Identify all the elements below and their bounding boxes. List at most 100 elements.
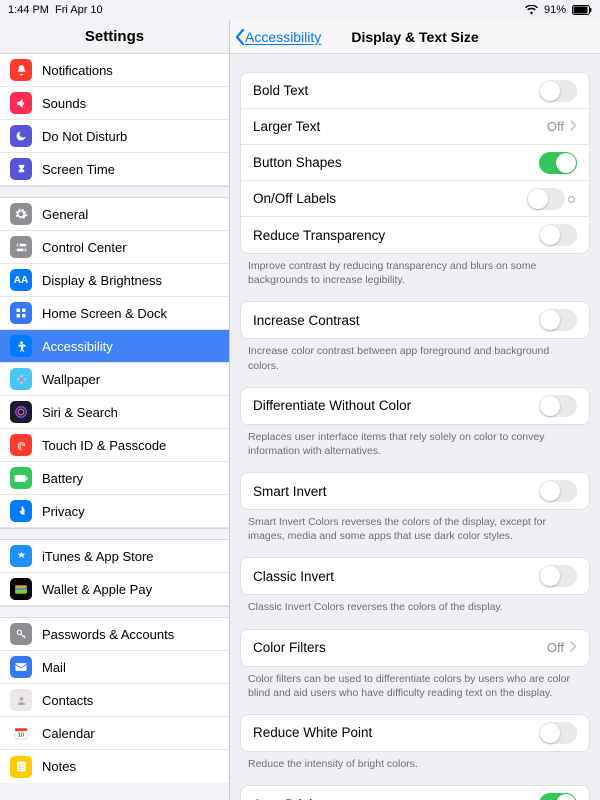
sidebar-item-do-not-disturb[interactable]: Do Not Disturb [0,120,229,153]
row-color-filters[interactable]: Color FiltersOff [241,630,589,666]
sidebar-item-accessibility[interactable]: Accessibility [0,330,229,363]
moon-icon [10,125,32,147]
toggle-reduce-transparency[interactable] [539,224,577,246]
back-button[interactable]: Accessibility [230,28,321,46]
sidebar-item-label: Mail [42,660,66,675]
sidebar-item-label: Notifications [42,63,113,78]
row-smart-invert[interactable]: Smart Invert [241,473,589,509]
settings-section: Reduce White Point [240,714,590,752]
battery-percent: 91% [544,4,566,16]
section-footer: Reduce the intensity of bright colors. [230,752,600,771]
sidebar-item-label: Control Center [42,240,127,255]
notes-icon [10,756,32,778]
sidebar-item-label: General [42,207,88,222]
figure-icon [10,335,32,357]
section-footer: Improve contrast by reducing transparenc… [230,254,600,287]
contacts-icon [10,689,32,711]
toggle-bold-text[interactable] [539,80,577,102]
detail-pane: Accessibility Display & Text Size Bold T… [230,20,600,800]
row-value: Off [547,119,564,134]
row-label: Increase Contrast [253,313,539,328]
sidebar-item-display-brightness[interactable]: AA Display & Brightness [0,264,229,297]
sidebar-item-itunes-app-store[interactable]: iTunes & App Store [0,540,229,573]
AA-icon: AA [10,269,32,291]
detail-body: Bold Text Larger TextOff Button Shapes On/O… [230,72,600,800]
sidebar-item-notifications[interactable]: Notifications [0,54,229,87]
row-label: Reduce White Point [253,725,539,740]
row-reduce-white-point[interactable]: Reduce White Point [241,715,589,751]
grid-icon [10,302,32,324]
row-classic-invert[interactable]: Classic Invert [241,558,589,594]
status-time: 1:44 PM [8,4,49,16]
toggle-button-shapes[interactable] [539,152,577,174]
toggle-auto-brightness[interactable] [539,793,577,800]
row-button-shapes[interactable]: Button Shapes [241,145,589,181]
sidebar-item-screen-time[interactable]: Screen Time [0,153,229,186]
toggle-differentiate-without-color[interactable] [539,395,577,417]
status-date: Fri Apr 10 [55,4,103,16]
key-icon [10,623,32,645]
settings-sidebar: Settings Notifications Sounds Do Not Distu… [0,20,230,800]
toggle-classic-invert[interactable] [539,565,577,587]
toggle-smart-invert[interactable] [539,480,577,502]
section-footer: Color filters can be used to differentia… [230,667,600,700]
sidebar-title: Settings [0,20,229,54]
sidebar-item-wallet-apple-pay[interactable]: Wallet & Apple Pay [0,573,229,606]
settings-section: Increase Contrast [240,301,590,339]
sidebar-item-label: Accessibility [42,339,113,354]
sidebar-item-home-screen-dock[interactable]: Home Screen & Dock [0,297,229,330]
gear-icon [10,203,32,225]
row-label: Bold Text [253,83,539,98]
row-auto-brightness[interactable]: Auto-Brightness [241,786,589,800]
section-footer: Replaces user interface items that rely … [230,425,600,458]
sidebar-item-privacy[interactable]: Privacy [0,495,229,528]
sidebar-item-notes[interactable]: Notes [0,750,229,783]
settings-section: Smart Invert [240,472,590,510]
sidebar-item-sounds[interactable]: Sounds [0,87,229,120]
settings-section: Auto-Brightness [240,785,590,800]
sidebar-item-label: Do Not Disturb [42,129,127,144]
sidebar-item-label: Battery [42,471,83,486]
hourglass-icon [10,158,32,180]
sidebar-item-calendar[interactable]: 10 Calendar [0,717,229,750]
group-separator [0,606,229,618]
sidebar-item-label: Display & Brightness [42,273,162,288]
sidebar-item-label: Passwords & Accounts [42,627,174,642]
wallet-icon [10,578,32,600]
row-label: Color Filters [253,640,547,655]
row-reduce-transparency[interactable]: Reduce Transparency [241,217,589,253]
sidebar-item-label: Calendar [42,726,95,741]
row-value: Off [547,640,564,655]
sidebar-item-touch-id-passcode[interactable]: Touch ID & Passcode [0,429,229,462]
sidebar-item-wallpaper[interactable]: Wallpaper [0,363,229,396]
sidebar-item-battery[interactable]: Battery [0,462,229,495]
row-label: Reduce Transparency [253,228,539,243]
settings-section: Bold Text Larger TextOff Button Shapes On/O… [240,72,590,254]
sidebar-item-label: Contacts [42,693,93,708]
battery-icon [572,5,592,15]
row-increase-contrast[interactable]: Increase Contrast [241,302,589,338]
finger-icon [10,434,32,456]
row-bold-text[interactable]: Bold Text [241,73,589,109]
sidebar-item-mail[interactable]: Mail [0,651,229,684]
sidebar-item-general[interactable]: General [0,198,229,231]
row-label: Button Shapes [253,155,539,170]
sidebar-item-label: Wallpaper [42,372,100,387]
sidebar-list[interactable]: Notifications Sounds Do Not Disturb Screen … [0,54,229,800]
settings-section: Classic Invert [240,557,590,595]
sidebar-item-control-center[interactable]: Control Center [0,231,229,264]
toggle-on-off-labels[interactable] [527,188,565,210]
toggle-increase-contrast[interactable] [539,309,577,331]
hand-icon [10,500,32,522]
sidebar-item-siri-search[interactable]: Siri & Search [0,396,229,429]
row-on-off-labels[interactable]: On/Off Labels [241,181,589,217]
sidebar-item-passwords-accounts[interactable]: Passwords & Accounts [0,618,229,651]
row-larger-text[interactable]: Larger TextOff [241,109,589,145]
sidebar-item-label: Home Screen & Dock [42,306,167,321]
svg-text:10: 10 [18,732,24,738]
toggle-reduce-white-point[interactable] [539,722,577,744]
row-differentiate-without-color[interactable]: Differentiate Without Color [241,388,589,424]
sidebar-item-contacts[interactable]: Contacts [0,684,229,717]
appstore-icon [10,545,32,567]
settings-section: Color FiltersOff [240,629,590,667]
